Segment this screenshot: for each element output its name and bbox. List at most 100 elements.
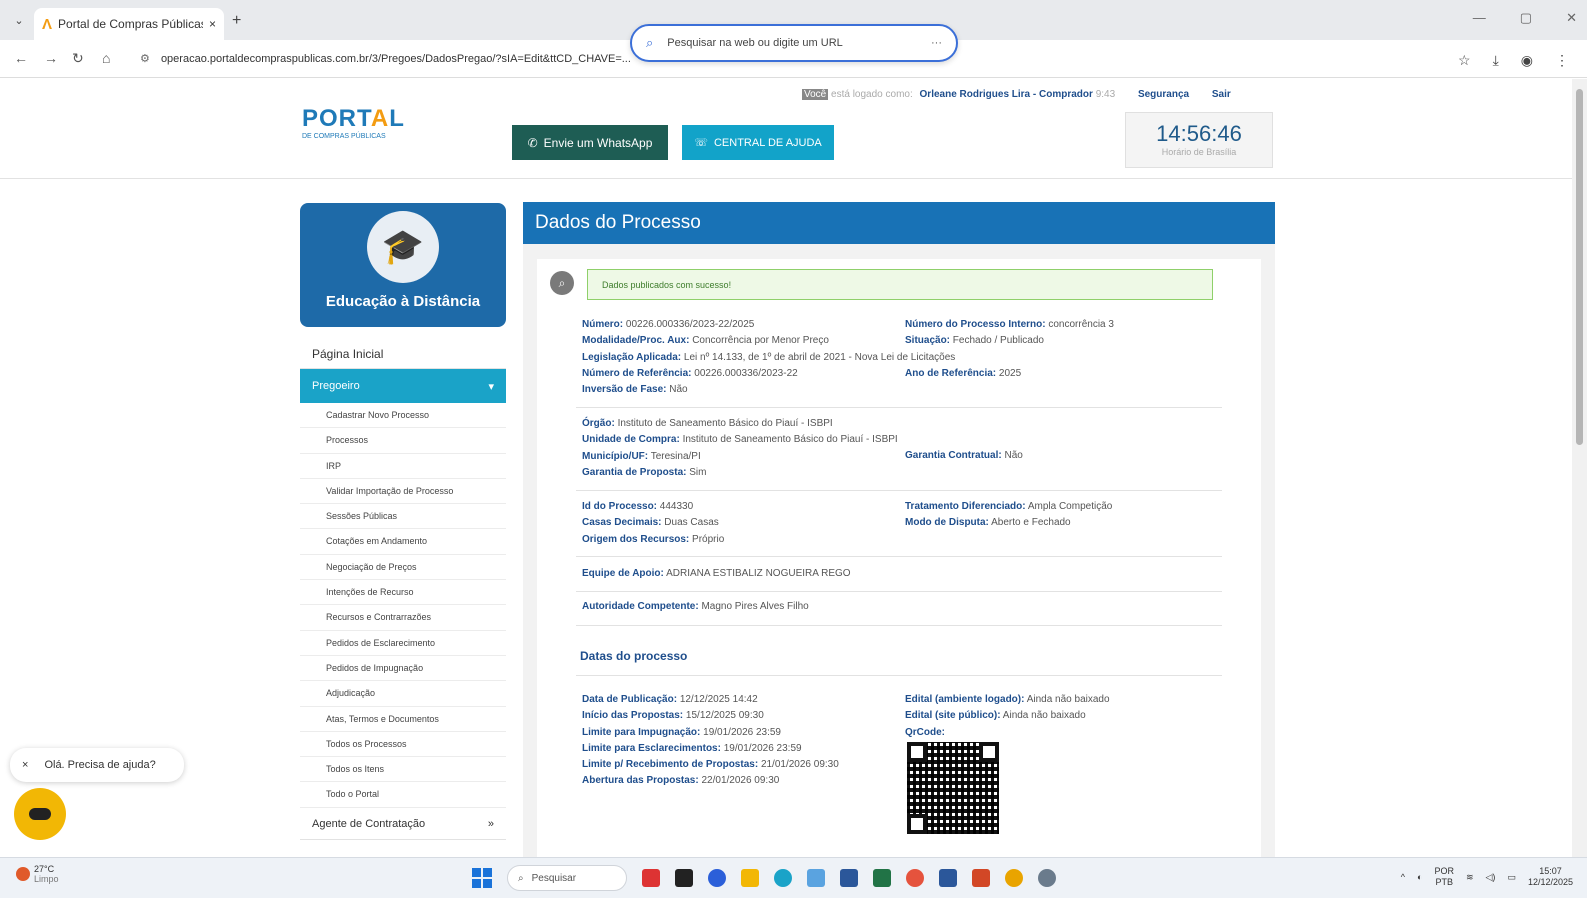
- network-tray-icon[interactable]: ◐: [1417, 872, 1422, 882]
- field-value: Aberto e Fechado: [991, 517, 1071, 529]
- user-info: Você está logado como: Orleane Rodrigues…: [802, 89, 1231, 100]
- sidebar-subitem[interactable]: Processos: [300, 428, 506, 454]
- sidebar-subitem[interactable]: Todos os Processos: [300, 732, 506, 758]
- help-center-button[interactable]: ☏ CENTRAL DE AJUDA: [682, 125, 834, 160]
- field-value: 15/12/2025 09:30: [685, 710, 764, 722]
- site-info-icon[interactable]: ⚙: [140, 53, 150, 65]
- sidebar-subitem[interactable]: Adjudicação: [300, 681, 506, 707]
- omnibox-input[interactable]: Pesquisar na web ou digite um URL: [667, 37, 842, 49]
- close-icon[interactable]: ×: [22, 759, 28, 771]
- calculator-icon[interactable]: [840, 869, 858, 887]
- search-icon[interactable]: ⌕: [550, 271, 574, 295]
- browser-tab[interactable]: Λ Portal de Compras Públicas ×: [34, 8, 224, 40]
- windows-start-icon[interactable]: [472, 868, 492, 888]
- sidebar-subitem[interactable]: Pedidos de Esclarecimento: [300, 631, 506, 656]
- sidebar-subitem[interactable]: Atas, Termos e Documentos: [300, 707, 506, 732]
- sidebar-section-agente[interactable]: Agente de Contratação »: [300, 808, 506, 840]
- group-autoridade: Autoridade Competente: Magno Pires Alves…: [582, 601, 809, 617]
- sidebar-subitem[interactable]: Todo o Portal: [300, 782, 506, 808]
- word-icon[interactable]: [939, 869, 957, 887]
- reload-icon[interactable]: ↻: [72, 50, 84, 67]
- sidebar-subitem[interactable]: Cadastrar Novo Processo: [300, 403, 506, 429]
- field-label: Garantia Contratual:: [905, 450, 1002, 461]
- profile-icon[interactable]: ◉: [1521, 52, 1533, 69]
- widget-app-icon[interactable]: [642, 869, 660, 887]
- photos-app-icon[interactable]: [807, 869, 825, 887]
- distance-education-banner[interactable]: 🎓 Educação à Distância: [300, 203, 506, 327]
- spacer-row: [905, 352, 1114, 368]
- new-tab-button[interactable]: +: [232, 12, 241, 30]
- whatsapp-button[interactable]: ✆ Envie um WhatsApp: [512, 125, 668, 160]
- sidebar-subitem[interactable]: Sessões Públicas: [300, 504, 506, 530]
- portal-logo[interactable]: PORTAL DE COMPRAS PÚBLICAS: [302, 105, 405, 140]
- powerpoint-icon[interactable]: [972, 869, 990, 887]
- excel-icon[interactable]: [873, 869, 891, 887]
- sidebar-menu: Página Inicial Pregoeiro ▾ Cadastrar Nov…: [300, 337, 506, 840]
- sidebar-subitem[interactable]: Cotações em Andamento: [300, 529, 506, 555]
- weather-widget[interactable]: 27°C Limpo: [16, 864, 59, 884]
- field-label: Limite para Esclarecimentos:: [582, 742, 721, 754]
- forward-icon[interactable]: →: [44, 50, 58, 66]
- field-label: Número de Referência:: [582, 367, 692, 379]
- field-value: 19/01/2026 23:59: [703, 726, 781, 738]
- task-view-icon[interactable]: [675, 869, 693, 887]
- field-recebimento: Limite p/ Recebimento de Propostas: 21/0…: [582, 759, 839, 775]
- more-icon[interactable]: ···: [931, 37, 942, 49]
- chrome-icon[interactable]: [1005, 869, 1023, 887]
- field-autoridade: Autoridade Competente: Magno Pires Alves…: [582, 601, 809, 617]
- chevron-down-icon: ▾: [488, 381, 494, 393]
- field-edital-publico: Edital (site público): Ainda não baixado: [905, 710, 1110, 726]
- sidebar-section-pregoeiro[interactable]: Pregoeiro ▾: [300, 369, 506, 403]
- sidebar-subitem[interactable]: Pedidos de Impugnação: [300, 656, 506, 682]
- field-casas: Casas Decimais: Duas Casas: [582, 517, 724, 533]
- back-icon[interactable]: ←: [14, 50, 28, 66]
- clock-tray[interactable]: 15:07 12/12/2025: [1528, 866, 1573, 888]
- sidebar-subitem[interactable]: Negociação de Preços: [300, 555, 506, 581]
- download-icon[interactable]: ⤓: [1493, 52, 1499, 69]
- sidebar-item-home[interactable]: Página Inicial: [300, 337, 506, 369]
- scrollbar-thumb[interactable]: [1576, 89, 1583, 445]
- user-prefix: está logado como:: [831, 89, 913, 100]
- file-explorer-icon[interactable]: [741, 869, 759, 887]
- group-processo-right: Tratamento Diferenciado: Ampla Competiçã…: [905, 501, 1112, 534]
- security-link[interactable]: Segurança: [1138, 89, 1189, 100]
- home-icon[interactable]: ⌂: [102, 50, 110, 66]
- field-label: Tratamento Diferenciado:: [905, 501, 1026, 512]
- chevron-up-icon[interactable]: ^: [1401, 872, 1405, 882]
- sidebar-subitem[interactable]: Recursos e Contrarrazões: [300, 605, 506, 631]
- chat-button[interactable]: [14, 788, 66, 840]
- wifi-icon[interactable]: ≋: [1466, 872, 1474, 883]
- edge-browser-icon[interactable]: [774, 869, 792, 887]
- tab-list-button[interactable]: ⌄: [10, 14, 28, 32]
- omnibox-popup[interactable]: ⌕ Pesquisar na web ou digite um URL ···: [630, 24, 958, 62]
- page-scrollbar[interactable]: [1572, 79, 1587, 857]
- sidebar-subitem[interactable]: Validar Importação de Processo: [300, 479, 506, 505]
- chat-bubble[interactable]: × Olá. Precisa de ajuda?: [10, 748, 184, 782]
- field-publicacao: Data de Publicação: 12/12/2025 14:42: [582, 694, 839, 710]
- language-indicator[interactable]: POR PTB: [1434, 866, 1454, 888]
- maximize-icon[interactable]: ▢: [1520, 10, 1532, 26]
- field-value[interactable]: Ainda não baixado: [1003, 710, 1086, 721]
- sidebar-subitem[interactable]: Intenções de Recurso: [300, 580, 506, 606]
- chat-app-icon[interactable]: [708, 869, 726, 887]
- minimize-icon[interactable]: —: [1473, 10, 1486, 26]
- close-window-icon[interactable]: ✕: [1566, 10, 1577, 26]
- firefox-icon[interactable]: [906, 869, 924, 887]
- settings-gear-icon[interactable]: [1038, 869, 1056, 887]
- sidebar-subitem[interactable]: Todos os Itens: [300, 757, 506, 783]
- address-bar[interactable]: ⚙ operacao.portaldecompraspublicas.com.b…: [140, 52, 631, 65]
- field-value[interactable]: Ainda não baixado: [1027, 694, 1110, 705]
- taskbar-search[interactable]: ⌕ Pesquisar: [507, 865, 627, 891]
- field-value: 12/12/2025 14:42: [679, 694, 758, 705]
- tab-close-icon[interactable]: ×: [209, 17, 216, 31]
- logout-link[interactable]: Sair: [1212, 89, 1231, 100]
- field-label: Unidade de Compra:: [582, 434, 680, 446]
- sidebar-subitem[interactable]: IRP: [300, 454, 506, 479]
- panel-title: Dados do Processo: [523, 202, 1275, 244]
- battery-icon[interactable]: ▭: [1507, 872, 1516, 883]
- field-value: Não: [669, 384, 688, 396]
- bookmark-star-icon[interactable]: ☆: [1458, 52, 1471, 69]
- menu-icon[interactable]: ⋮: [1555, 52, 1569, 69]
- field-value: Teresina/PI: [650, 450, 701, 462]
- volume-icon[interactable]: ◁): [1486, 872, 1496, 883]
